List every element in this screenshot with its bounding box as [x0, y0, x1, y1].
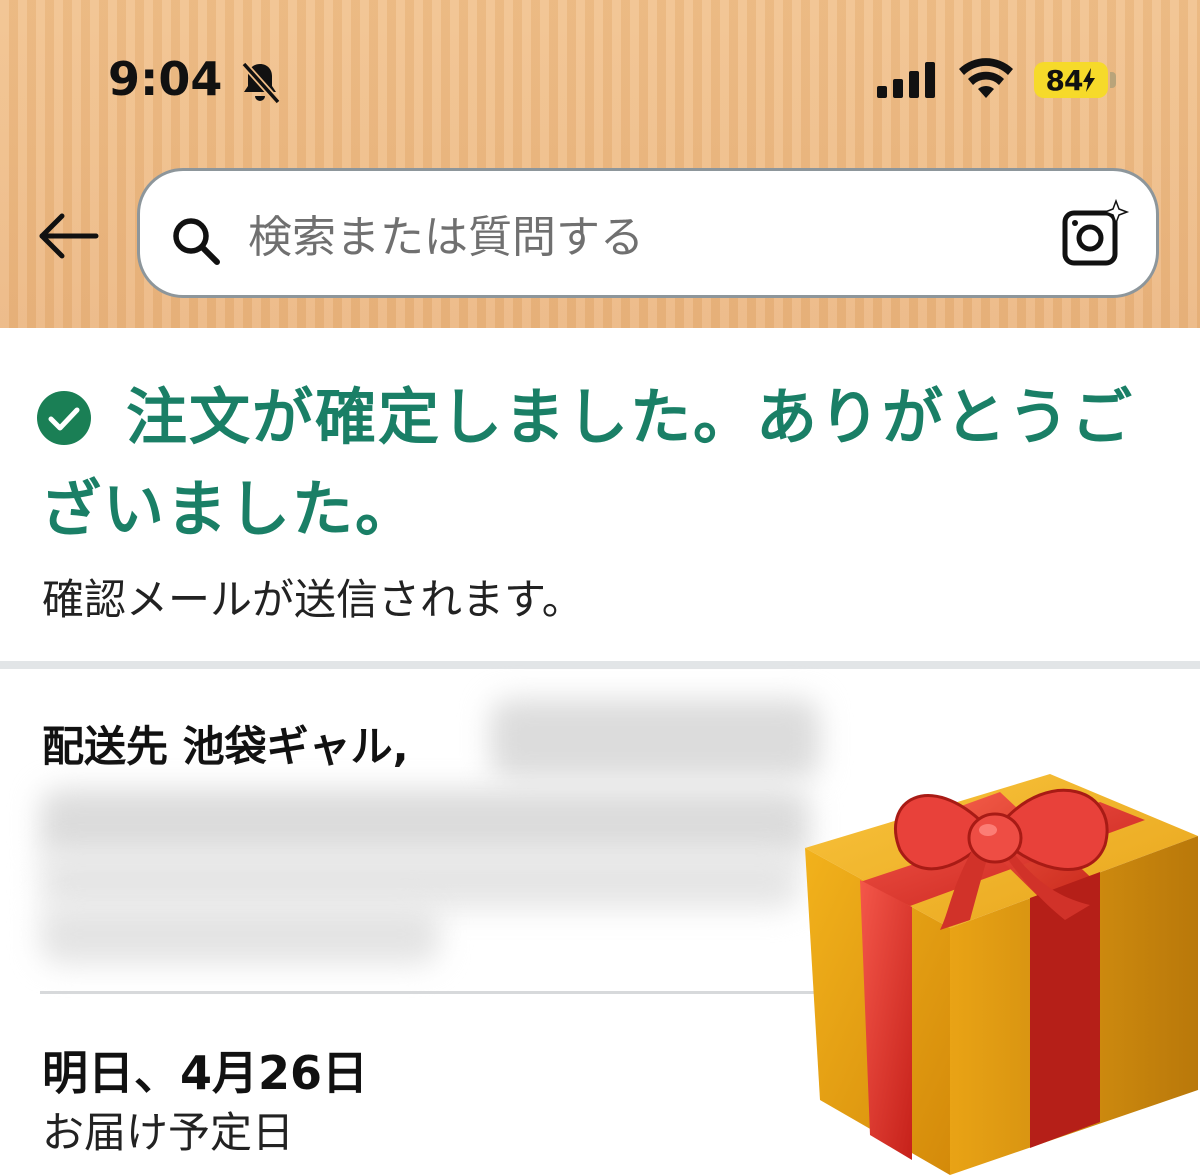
search-icon — [173, 218, 220, 265]
status-time: 9:04 — [108, 52, 223, 106]
gift-box-emoji — [805, 774, 1198, 1175]
confirmation-title: 注文が確定しました。ありがとうございました。 — [40, 382, 1135, 545]
search-bar[interactable] — [137, 168, 1159, 298]
cellular-signal-icon — [877, 62, 935, 98]
order-confirmation: 注文が確定しました。ありがとうございました。 確認メールが送信されます。 — [0, 328, 1200, 663]
redacted-name — [490, 699, 820, 779]
camera-lens-icon[interactable] — [1060, 199, 1130, 269]
back-arrow-icon[interactable] — [36, 210, 100, 262]
battery-cap — [1110, 72, 1116, 88]
bell-slash-icon — [241, 61, 281, 105]
section-divider — [0, 661, 1200, 669]
inner-divider — [40, 991, 820, 994]
delivery-date-label: お届け予定日 — [42, 1108, 295, 1157]
app-header: 9:04 84 — [0, 0, 1200, 328]
delivery-date: 明日、4月26日 — [42, 1046, 369, 1100]
shipping-recipient: 配送先 池袋ギャル, — [42, 722, 409, 771]
confirmation-subtitle: 確認メールが送信されます。 — [42, 575, 584, 624]
search-input[interactable] — [248, 207, 1028, 267]
battery-percent: 84 — [1045, 63, 1084, 97]
redacted-address-line — [40, 849, 800, 909]
charging-bolt-icon — [1083, 68, 1096, 92]
wifi-icon — [959, 58, 1013, 98]
redacted-address-line — [40, 904, 440, 964]
battery-level: 84 — [1034, 62, 1108, 98]
